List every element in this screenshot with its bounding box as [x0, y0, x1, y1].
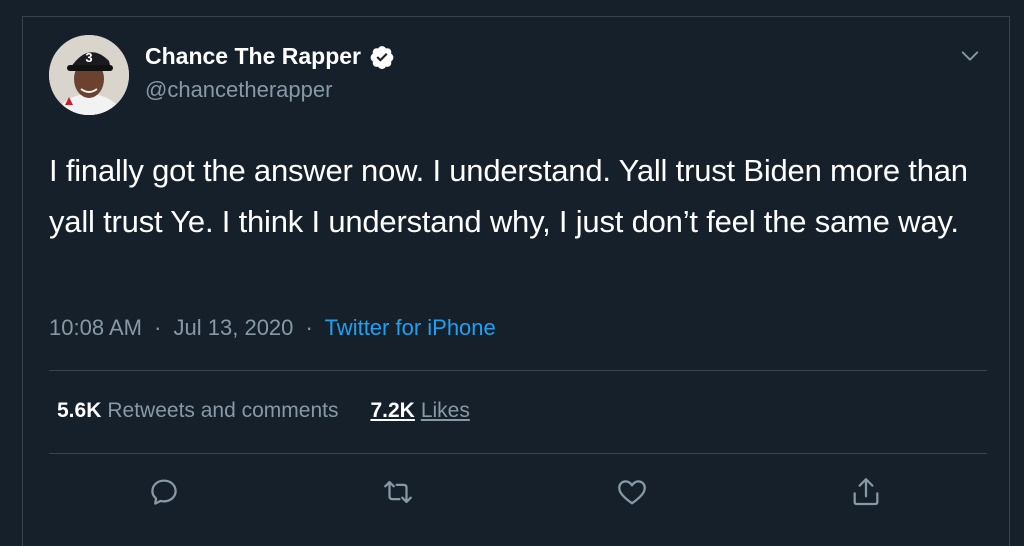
- retweet-icon[interactable]: [381, 475, 415, 509]
- verified-badge-icon: [369, 44, 395, 70]
- meta-separator: ·: [305, 315, 313, 340]
- avatar[interactable]: 3: [49, 35, 129, 115]
- share-icon[interactable]: [849, 475, 883, 509]
- likes-count: 7.2K: [370, 399, 415, 422]
- tweet-source-link[interactable]: Twitter for iPhone: [325, 315, 496, 340]
- engagement-stats: 5.6K Retweets and comments 7.2K Likes: [57, 399, 470, 423]
- retweets-label: Retweets and comments: [107, 399, 339, 422]
- tweet-meta: 10:08 AM · Jul 13, 2020 · Twitter for iP…: [49, 315, 496, 341]
- avatar-image: 3: [49, 35, 129, 115]
- svg-text:3: 3: [85, 50, 92, 65]
- divider: [49, 453, 987, 454]
- tweet-card: 3 Chance The Rapper @chancetherapper I f…: [22, 16, 1010, 546]
- user-handle[interactable]: @chancetherapper: [145, 77, 332, 103]
- meta-separator: ·: [154, 315, 162, 340]
- divider: [49, 370, 987, 371]
- likes-stat[interactable]: 7.2K Likes: [370, 399, 469, 423]
- tweet-time[interactable]: 10:08 AM: [49, 315, 142, 340]
- retweets-stat[interactable]: 5.6K Retweets and comments: [57, 399, 338, 423]
- author-name-row[interactable]: Chance The Rapper: [145, 43, 395, 70]
- heart-icon[interactable]: [615, 475, 649, 509]
- tweet-text: I finally got the answer now. I understa…: [49, 153, 968, 239]
- display-name[interactable]: Chance The Rapper: [145, 43, 361, 70]
- likes-label: Likes: [420, 399, 470, 422]
- action-bar: [23, 475, 1011, 515]
- tweet-date[interactable]: Jul 13, 2020: [174, 315, 294, 340]
- reply-icon[interactable]: [147, 475, 181, 509]
- retweets-count: 5.6K: [57, 399, 102, 422]
- chevron-down-icon[interactable]: [959, 45, 981, 67]
